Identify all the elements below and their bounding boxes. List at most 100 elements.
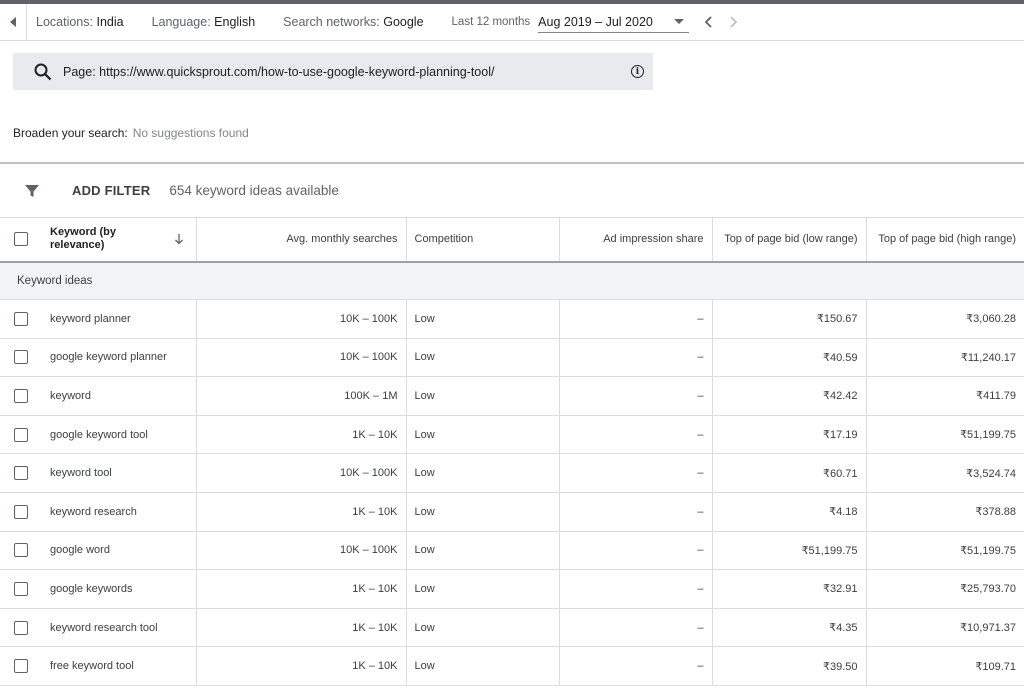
- row-checkbox[interactable]: [14, 311, 28, 326]
- broaden-search: Broaden your search: No suggestions found: [13, 126, 249, 140]
- table-row[interactable]: keyword 100K – 1M Low – ₹42.42 ₹411.79: [0, 376, 1024, 416]
- keyword-cell: google keywords: [42, 569, 196, 609]
- competition-cell: Low: [405, 415, 559, 455]
- chevron-right-icon: [730, 16, 738, 28]
- ad-share-cell: –: [558, 453, 712, 493]
- competition-cell: Low: [405, 608, 559, 648]
- row-checkbox[interactable]: [14, 427, 28, 442]
- locations-filter[interactable]: Locations: India: [36, 15, 124, 29]
- header-competition[interactable]: Competition: [405, 217, 559, 263]
- table-row[interactable]: google word 10K – 100K Low – ₹51,199.75 ₹51,1…: [0, 531, 1024, 571]
- header-bid-high[interactable]: Top of page bid (high range): [865, 217, 1024, 263]
- row-checkbox[interactable]: [14, 543, 28, 558]
- next-period-button[interactable]: [722, 11, 744, 33]
- table-row[interactable]: free keyword tool 1K – 10K Low – ₹39.50 ₹109.…: [0, 646, 1024, 686]
- bid-high-cell: ₹3,060.28: [865, 299, 1024, 339]
- bid-low-cell: ₹4.35: [711, 608, 866, 648]
- search-box[interactable]: Page: https://www.quicksprout.com/how-to…: [13, 53, 653, 90]
- row-checkbox[interactable]: [14, 504, 28, 519]
- row-checkbox-cell: [0, 299, 42, 339]
- bid-high-cell: ₹109.71: [865, 646, 1024, 686]
- row-checkbox-cell: [0, 531, 42, 571]
- group-row: Keyword ideas: [0, 261, 1024, 300]
- row-checkbox-cell: [0, 415, 42, 455]
- search-icon: [34, 63, 52, 80]
- row-checkbox-cell: [0, 569, 42, 609]
- bid-low-cell: ₹51,199.75: [711, 531, 866, 571]
- chevron-left-icon: [704, 16, 712, 28]
- avg-searches-cell: 10K – 100K: [195, 453, 406, 493]
- avg-searches-cell: 10K – 100K: [195, 531, 406, 571]
- bid-low-cell: ₹40.59: [711, 338, 866, 378]
- table-row[interactable]: keyword planner 10K – 100K Low – ₹150.67 ₹3,0…: [0, 299, 1024, 339]
- competition-cell: Low: [405, 569, 559, 609]
- locations-label: Locations:: [36, 15, 93, 29]
- row-checkbox-cell: [0, 338, 42, 378]
- table-row[interactable]: keyword research tool 1K – 10K Low – ₹4.35 ₹1…: [0, 608, 1024, 648]
- bid-high-cell: ₹3,524.74: [865, 453, 1024, 493]
- keyword-cell: google keyword tool: [42, 415, 196, 455]
- search-networks-value: Google: [383, 15, 424, 29]
- header-bid-low[interactable]: Top of page bid (low range): [711, 217, 866, 263]
- bid-low-cell: ₹4.18: [711, 492, 866, 532]
- language-filter[interactable]: Language: English: [152, 15, 256, 29]
- avg-searches-cell: 1K – 10K: [195, 569, 406, 609]
- header-checkbox-cell: [0, 217, 42, 263]
- avg-searches-cell: 1K – 10K: [195, 492, 406, 532]
- group-label: Keyword ideas: [0, 261, 1024, 300]
- header-avg-monthly-searches[interactable]: Avg. monthly searches: [195, 217, 406, 263]
- info-icon[interactable]: i: [631, 65, 644, 78]
- keyword-ideas-count: 654 keyword ideas available: [169, 183, 339, 198]
- ad-share-cell: –: [558, 492, 712, 532]
- arrow-down-icon[interactable]: [174, 233, 184, 245]
- row-checkbox-cell: [0, 453, 42, 493]
- avg-searches-cell: 1K – 10K: [195, 415, 406, 455]
- search-networks-filter[interactable]: Search networks: Google: [283, 15, 423, 29]
- ad-share-cell: –: [558, 415, 712, 455]
- ad-share-cell: –: [558, 376, 712, 416]
- row-checkbox[interactable]: [14, 581, 28, 596]
- row-checkbox[interactable]: [14, 466, 28, 481]
- competition-cell: Low: [405, 338, 559, 378]
- ad-share-cell: –: [558, 608, 712, 648]
- table-row[interactable]: keyword tool 10K – 100K Low – ₹60.71 ₹3,524.7…: [0, 453, 1024, 493]
- keyword-cell: free keyword tool: [42, 646, 196, 686]
- select-all-checkbox[interactable]: [14, 232, 28, 247]
- keyword-cell: google keyword planner: [42, 338, 196, 378]
- avg-searches-cell: 100K – 1M: [195, 376, 406, 416]
- table-row[interactable]: google keyword tool 1K – 10K Low – ₹17.19 ₹51…: [0, 415, 1024, 455]
- previous-period-button[interactable]: [698, 11, 720, 33]
- bid-high-cell: ₹25,793.70: [865, 569, 1024, 609]
- table-row[interactable]: google keyword planner 10K – 100K Low – ₹40.…: [0, 338, 1024, 378]
- period-label: Last 12 months: [451, 16, 531, 28]
- competition-cell: Low: [405, 376, 559, 416]
- table-row[interactable]: google keywords 1K – 10K Low – ₹32.91 ₹25,793…: [0, 569, 1024, 609]
- keyword-table: Keyword (by relevance) Avg. monthly sear…: [0, 217, 1024, 686]
- row-checkbox[interactable]: [14, 388, 28, 403]
- filter-funnel-icon[interactable]: [24, 183, 40, 199]
- date-range-dropdown[interactable]: Aug 2019 – Jul 2020: [538, 11, 690, 33]
- keyword-cell: keyword planner: [42, 299, 196, 339]
- bid-high-cell: ₹378.88: [865, 492, 1024, 532]
- row-checkbox-cell: [0, 492, 42, 532]
- bid-high-cell: ₹10,971.37: [865, 608, 1024, 648]
- competition-cell: Low: [405, 531, 559, 571]
- search-query[interactable]: Page: https://www.quicksprout.com/how-to…: [63, 65, 494, 79]
- header-keyword[interactable]: Keyword (by relevance): [42, 217, 196, 263]
- competition-cell: Low: [405, 646, 559, 686]
- table-row[interactable]: keyword research 1K – 10K Low – ₹4.18 ₹378.88: [0, 492, 1024, 532]
- header-ad-impression-share[interactable]: Ad impression share: [558, 217, 712, 263]
- row-checkbox[interactable]: [14, 620, 28, 635]
- row-checkbox[interactable]: [14, 659, 28, 674]
- ad-share-cell: –: [558, 569, 712, 609]
- keyword-cell: google word: [42, 531, 196, 571]
- competition-cell: Low: [405, 453, 559, 493]
- competition-cell: Low: [405, 492, 559, 532]
- back-button[interactable]: [0, 3, 27, 41]
- row-checkbox[interactable]: [14, 350, 28, 365]
- bid-high-cell: ₹51,199.75: [865, 415, 1024, 455]
- avg-searches-cell: 1K – 10K: [195, 646, 406, 686]
- search-networks-label: Search networks:: [283, 15, 380, 29]
- add-filter-button[interactable]: ADD FILTER: [72, 183, 150, 198]
- bid-low-cell: ₹60.71: [711, 453, 866, 493]
